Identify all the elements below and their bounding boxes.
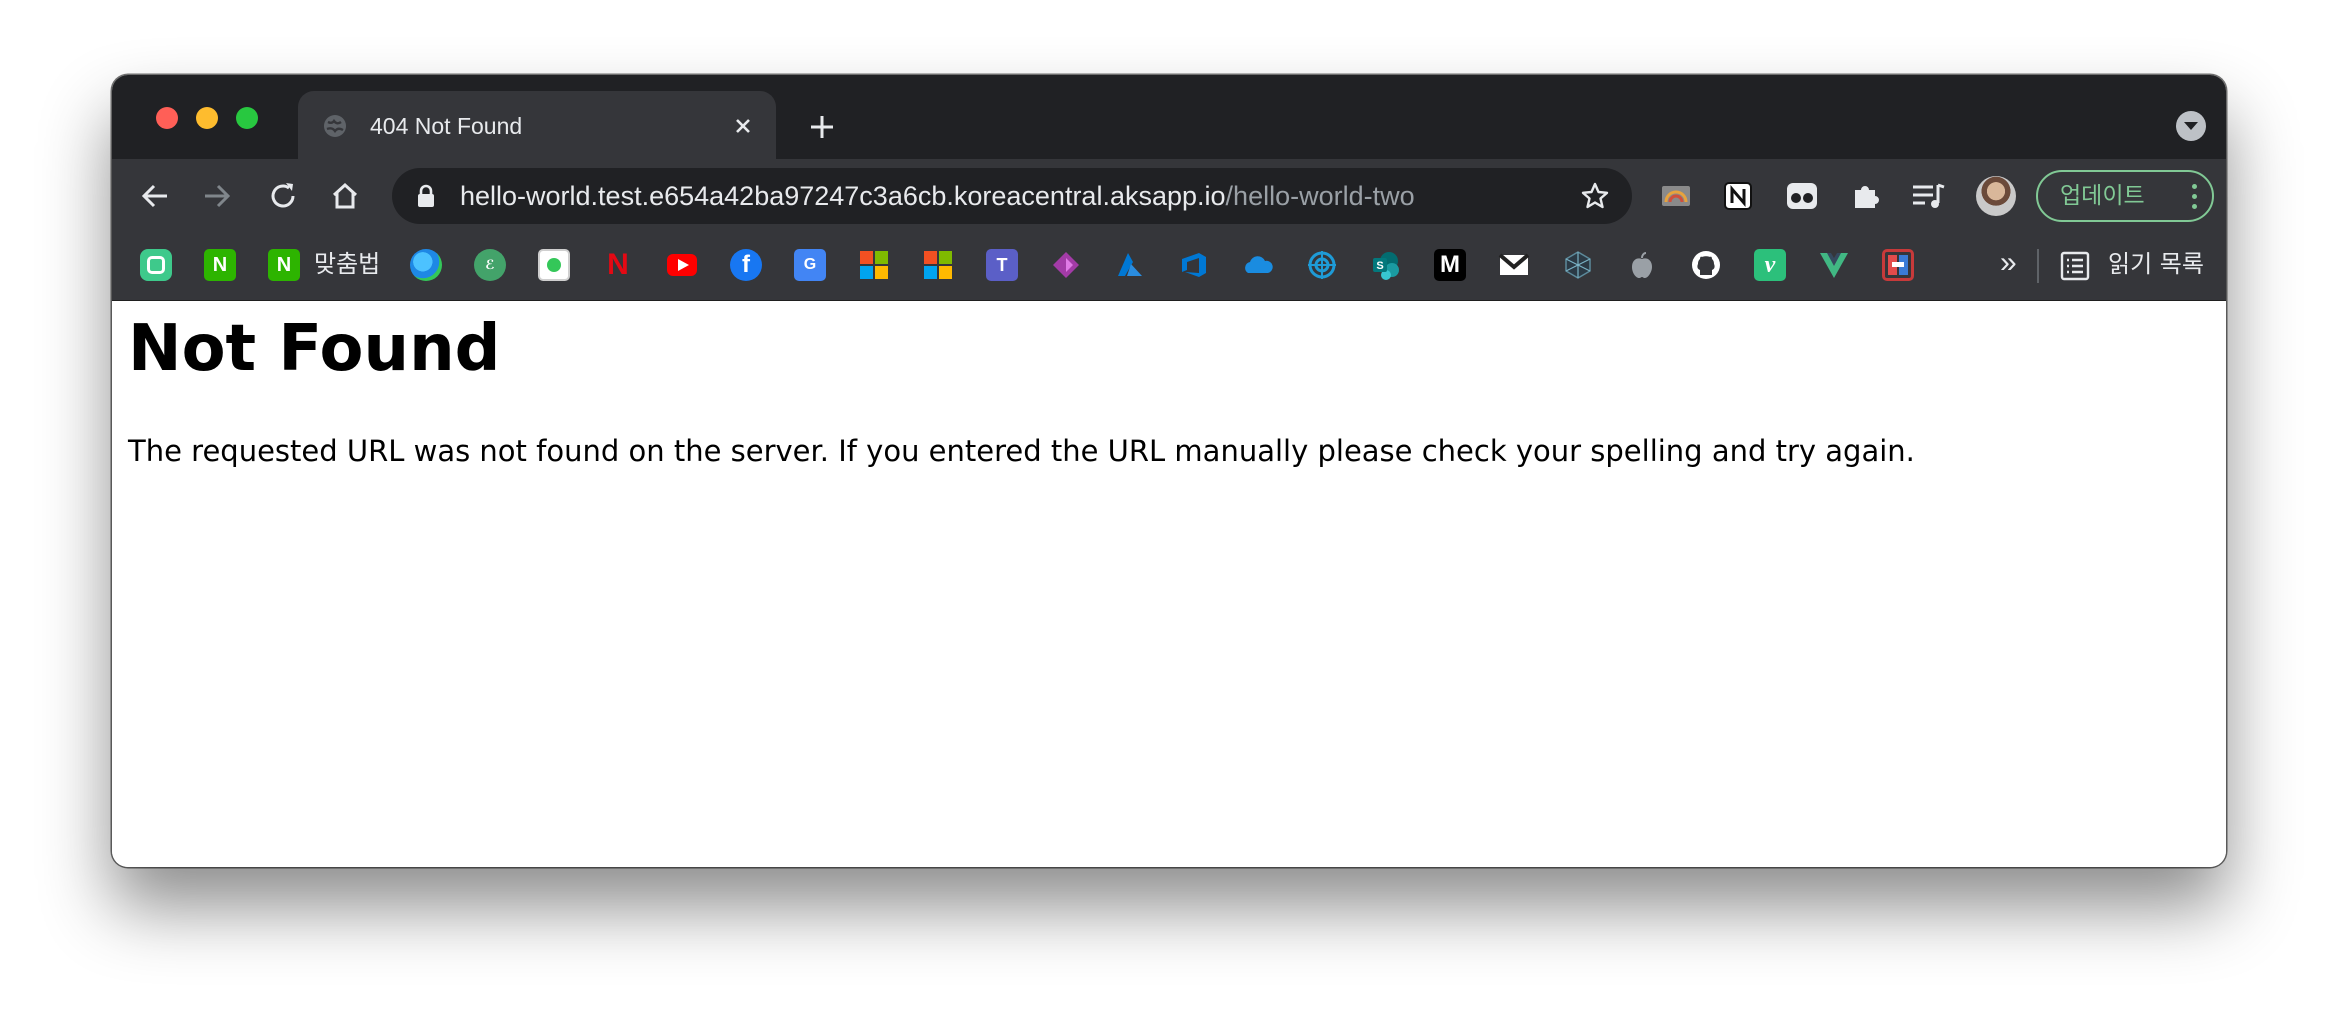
- bookmarks-overflow-button[interactable]: »: [2000, 245, 2017, 281]
- close-tab-icon[interactable]: [730, 113, 756, 139]
- papago-icon[interactable]: ℰ: [474, 249, 506, 281]
- netflix-icon[interactable]: N: [602, 248, 634, 281]
- gmail-icon[interactable]: [1498, 249, 1530, 281]
- sharepoint-icon[interactable]: S: [1370, 249, 1402, 281]
- hackerrank-icon[interactable]: [1882, 249, 1914, 281]
- bookmarks-bar: N N 맞춤법 ℰ N f G T S M v » 읽기 목록: [112, 233, 2226, 301]
- lock-icon[interactable]: [416, 184, 436, 213]
- back-icon[interactable]: [136, 177, 174, 215]
- reload-icon[interactable]: [264, 177, 302, 215]
- naver-spellcheck-icon[interactable]: N: [268, 249, 300, 281]
- vimeo-icon[interactable]: v: [1754, 249, 1786, 281]
- url-text[interactable]: hello-world.test.e654a42ba97247c3a6cb.ko…: [460, 178, 1415, 214]
- kakao-map-icon[interactable]: [538, 249, 570, 281]
- extensions-puzzle-icon[interactable]: [1848, 178, 1884, 214]
- vue-icon[interactable]: [1818, 249, 1850, 281]
- page-title: Not Found: [128, 312, 501, 386]
- codesandbox-icon[interactable]: [1562, 249, 1594, 281]
- url-path: /hello-world-two: [1225, 181, 1415, 211]
- cast-extension-icon[interactable]: [1658, 178, 1694, 214]
- bookmark-spellcheck-label[interactable]: 맞춤법: [314, 247, 380, 281]
- address-bar[interactable]: hello-world.test.e654a42ba97247c3a6cb.ko…: [392, 168, 1632, 224]
- bookmark-star-icon[interactable]: [1580, 181, 1610, 216]
- media-control-icon[interactable]: [1910, 178, 1946, 214]
- edge-icon[interactable]: [410, 249, 442, 281]
- tab-search-icon[interactable]: [2176, 111, 2206, 141]
- azure-icon[interactable]: [1114, 249, 1146, 281]
- update-label: 업데이트: [2060, 183, 2145, 209]
- reading-list-icon[interactable]: [2060, 251, 2090, 286]
- medium-icon[interactable]: M: [1434, 249, 1466, 281]
- minimize-window-button[interactable]: [196, 107, 218, 129]
- glasses-extension-icon[interactable]: [1784, 178, 1820, 214]
- page-content: Not Found The requested URL was not foun…: [112, 301, 2226, 867]
- onedrive-icon[interactable]: [1242, 249, 1274, 281]
- bookmarks-separator: [2037, 249, 2039, 283]
- svg-text:S: S: [1376, 260, 1383, 272]
- apple-icon[interactable]: [1626, 249, 1658, 281]
- naver-icon[interactable]: N: [204, 249, 236, 281]
- azure-devops-icon[interactable]: [1178, 249, 1210, 281]
- tab-active[interactable]: 404 Not Found: [298, 91, 776, 161]
- globe-icon: [322, 113, 348, 139]
- power-apps-icon[interactable]: [1050, 249, 1082, 281]
- tab-title: 404 Not Found: [370, 113, 523, 139]
- update-button[interactable]: 업데이트: [2036, 170, 2214, 222]
- teams-icon[interactable]: T: [986, 249, 1018, 281]
- github-icon[interactable]: [1690, 249, 1722, 281]
- zoom-window-button[interactable]: [236, 107, 258, 129]
- error-message: The requested URL was not found on the s…: [128, 434, 1915, 468]
- profile-avatar[interactable]: [1976, 176, 2016, 216]
- notion-icon[interactable]: [1720, 178, 1756, 214]
- new-tab-button[interactable]: [806, 111, 838, 143]
- toolbar: hello-world.test.e654a42ba97247c3a6cb.ko…: [112, 159, 2226, 233]
- home-icon[interactable]: [326, 177, 364, 215]
- browser-window: 404 Not Found hello-world.test.e654a42ba…: [112, 75, 2226, 867]
- facebook-icon[interactable]: f: [730, 249, 762, 281]
- tab-strip: 404 Not Found: [112, 75, 2226, 161]
- microsoft-icon-2[interactable]: [922, 249, 954, 281]
- google-translate-icon[interactable]: G: [794, 249, 826, 281]
- forward-icon[interactable]: [198, 177, 236, 215]
- more-options-icon[interactable]: [2192, 184, 2198, 214]
- url-host: hello-world.test.e654a42ba97247c3a6cb.ko…: [460, 181, 1226, 211]
- reading-list-label[interactable]: 읽기 목록: [2108, 247, 2204, 281]
- youtube-icon[interactable]: [666, 249, 698, 281]
- close-window-button[interactable]: [156, 107, 178, 129]
- dooray-icon[interactable]: [140, 249, 172, 281]
- microsoft-icon[interactable]: [858, 249, 890, 281]
- web-target-icon[interactable]: [1306, 249, 1338, 281]
